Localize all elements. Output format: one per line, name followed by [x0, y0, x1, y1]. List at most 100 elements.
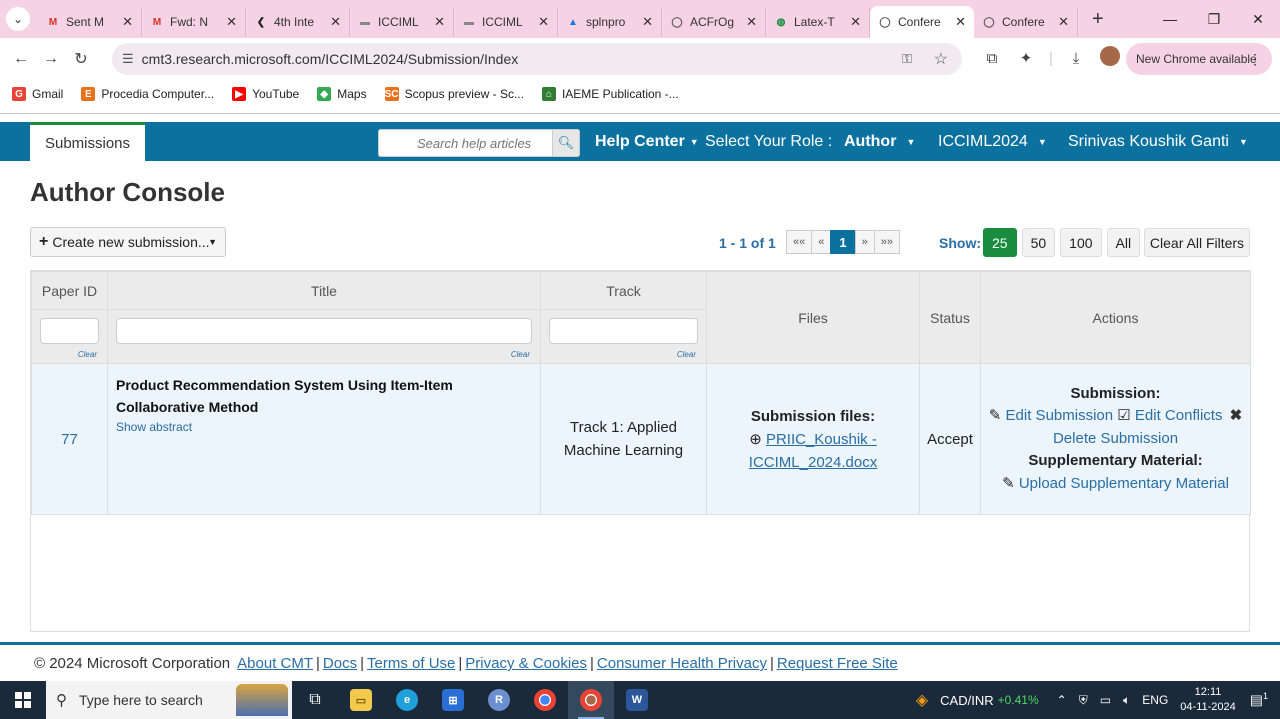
word-icon[interactable]: W — [614, 681, 660, 719]
notification-icon[interactable]: ▤1 — [1250, 691, 1268, 709]
search-icon[interactable]: 🔍︎ — [553, 129, 580, 157]
footer-link[interactable]: Terms of Use — [367, 655, 455, 672]
r-app-icon[interactable]: R — [476, 681, 522, 719]
close-tab-icon[interactable]: ✕ — [330, 14, 341, 30]
delete-submission-link[interactable]: Delete Submission — [1053, 430, 1178, 447]
role-menu[interactable]: Author ▼ — [844, 122, 915, 161]
volume-icon[interactable]: 🔈︎ — [1123, 693, 1130, 708]
conference-menu[interactable]: ICCIML2024 ▼ — [938, 122, 1047, 161]
header-paper-id[interactable]: Paper ID — [31, 271, 108, 310]
chrome-icon[interactable] — [522, 681, 568, 719]
browser-tab[interactable]: ◯ ACFrOg ✕ — [662, 7, 766, 37]
language-indicator[interactable]: ENG — [1142, 693, 1168, 707]
browser-tab[interactable]: ▲ splnpro ✕ — [558, 7, 662, 37]
windows-start-icon[interactable] — [0, 681, 46, 719]
chevron-up-icon[interactable]: ⌃ — [1057, 693, 1067, 707]
tab-submissions[interactable]: Submissions — [30, 122, 145, 161]
pager-button[interactable]: 1 — [830, 230, 856, 254]
browser-tab[interactable]: ▬ ICCIML ✕ — [350, 7, 454, 37]
clear-filter-link[interactable]: Clear — [78, 350, 97, 359]
browser-tab[interactable]: ◯ Confere ✕ — [974, 7, 1078, 37]
browser-tab[interactable]: ◯ Confere ✕ — [870, 6, 974, 38]
taskbar-search[interactable]: ⚲ Type here to search — [46, 681, 292, 719]
edit-submission-link[interactable]: Edit Submission — [1006, 407, 1114, 424]
pager-button[interactable]: »» — [873, 230, 900, 254]
footer-link[interactable]: About CMT — [237, 655, 313, 672]
download-icon[interactable]: ⤓ — [1059, 50, 1093, 67]
header-track[interactable]: Track — [540, 271, 707, 310]
close-tab-icon[interactable]: ✕ — [955, 14, 966, 30]
header-status[interactable]: Status — [919, 271, 981, 364]
close-tab-icon[interactable]: ✕ — [1058, 14, 1069, 30]
browser-tab[interactable]: ▬ ICCIML ✕ — [454, 7, 558, 37]
chrome-menu-icon[interactable]: ⋮ — [1248, 51, 1262, 68]
footer-link[interactable]: Privacy & Cookies — [465, 655, 587, 672]
submission-file-link[interactable]: PRIIC_Koushik - ICCIML_2024.docx — [749, 431, 877, 471]
bookmark-item[interactable]: E Procedia Computer... — [81, 87, 214, 101]
clear-all-filters-button[interactable]: Clear All Filters — [1144, 228, 1250, 257]
footer-link[interactable]: Docs — [323, 655, 357, 672]
close-tab-icon[interactable]: ✕ — [226, 14, 237, 30]
minimize-icon[interactable]: — — [1148, 11, 1192, 27]
header-title[interactable]: Title — [107, 271, 541, 310]
tab-search-icon[interactable]: ⌄ — [6, 7, 30, 31]
restore-icon[interactable]: ❐ — [1192, 11, 1236, 28]
clear-filter-link[interactable]: Clear — [511, 350, 530, 359]
title-filter-input[interactable] — [116, 318, 532, 344]
edit-conflicts-link[interactable]: Edit Conflicts — [1135, 407, 1223, 424]
reload-icon[interactable]: ↻ — [66, 49, 96, 69]
bookmark-item[interactable]: ▶ YouTube — [232, 87, 299, 101]
help-center-menu[interactable]: Help Center ▼ — [595, 122, 699, 161]
page-size-button[interactable]: 100 — [1060, 228, 1102, 257]
close-tab-icon[interactable]: ✕ — [434, 14, 445, 30]
pager-button[interactable]: » — [854, 230, 875, 254]
site-info-icon[interactable]: ☰ — [122, 51, 134, 67]
paper-id-filter-input[interactable] — [40, 318, 99, 344]
browser-tab[interactable]: ❮ 4th Inte ✕ — [246, 7, 350, 37]
close-tab-icon[interactable]: ✕ — [122, 14, 133, 30]
help-search-input[interactable] — [378, 129, 553, 157]
pager-button[interactable]: «« — [786, 230, 813, 254]
forward-icon[interactable]: → — [36, 50, 66, 68]
bookmark-star-icon[interactable]: ☆ — [934, 49, 948, 69]
create-submission-button[interactable]: + Create new submission... ▼ — [30, 227, 226, 257]
delete-x-icon[interactable]: ✖ — [1230, 407, 1243, 424]
footer-link[interactable]: Request Free Site — [777, 655, 898, 672]
extensions-icon[interactable]: ✦ — [1009, 49, 1043, 67]
security-icon[interactable]: ⛨ — [1079, 693, 1088, 708]
browser-tab[interactable]: ◍ Latex-T ✕ — [766, 7, 870, 37]
page-size-button[interactable]: All — [1106, 228, 1141, 257]
store-icon[interactable]: ⊞ — [430, 681, 476, 719]
network-icon[interactable]: ▭ — [1100, 693, 1111, 707]
bookmark-item[interactable]: ⌂ IAEME Publication -... — [541, 87, 679, 101]
new-chrome-available-button[interactable]: New Chrome available ⋮ — [1126, 43, 1272, 75]
clear-filter-link[interactable]: Clear — [677, 350, 696, 359]
page-size-button[interactable]: 50 — [1021, 228, 1056, 257]
new-tab-icon[interactable]: + — [1092, 8, 1104, 31]
show-abstract-link[interactable]: Show abstract — [116, 420, 532, 434]
close-tab-icon[interactable]: ✕ — [746, 14, 757, 30]
track-filter-input[interactable] — [549, 318, 698, 344]
pager-button[interactable]: « — [811, 230, 832, 254]
close-tab-icon[interactable]: ✕ — [850, 14, 861, 30]
bookmark-item[interactable]: ◆ Maps — [317, 87, 367, 101]
page-size-button[interactable]: 25 — [983, 228, 1017, 257]
file-explorer-icon[interactable]: ▭ — [338, 681, 384, 719]
close-tab-icon[interactable]: ✕ — [642, 14, 653, 30]
clock[interactable]: 12:11 04-11-2024 — [1180, 685, 1235, 715]
back-icon[interactable]: ← — [6, 50, 36, 68]
task-view-icon[interactable]: ⧉ — [292, 681, 338, 719]
chrome-profile-icon[interactable] — [568, 681, 614, 719]
profile-avatar[interactable] — [1093, 46, 1127, 70]
currency-label[interactable]: CAD/INR — [940, 693, 993, 708]
user-menu[interactable]: Srinivas Koushik Ganti ▼ — [1068, 122, 1248, 161]
edge-icon[interactable]: e — [384, 681, 430, 719]
footer-link[interactable]: Consumer Health Privacy — [597, 655, 767, 672]
close-window-icon[interactable]: ✕ — [1236, 11, 1280, 28]
translate-icon[interactable]: ⧉ — [975, 50, 1009, 67]
browser-tab[interactable]: M Sent M ✕ — [38, 7, 142, 37]
bookmark-item[interactable]: G Gmail — [12, 87, 63, 101]
close-tab-icon[interactable]: ✕ — [538, 14, 549, 30]
url-input[interactable]: ☰ cmt3.research.microsoft.com/ICCIML2024… — [112, 43, 962, 75]
bookmark-item[interactable]: SC Scopus preview - Sc... — [384, 87, 524, 101]
